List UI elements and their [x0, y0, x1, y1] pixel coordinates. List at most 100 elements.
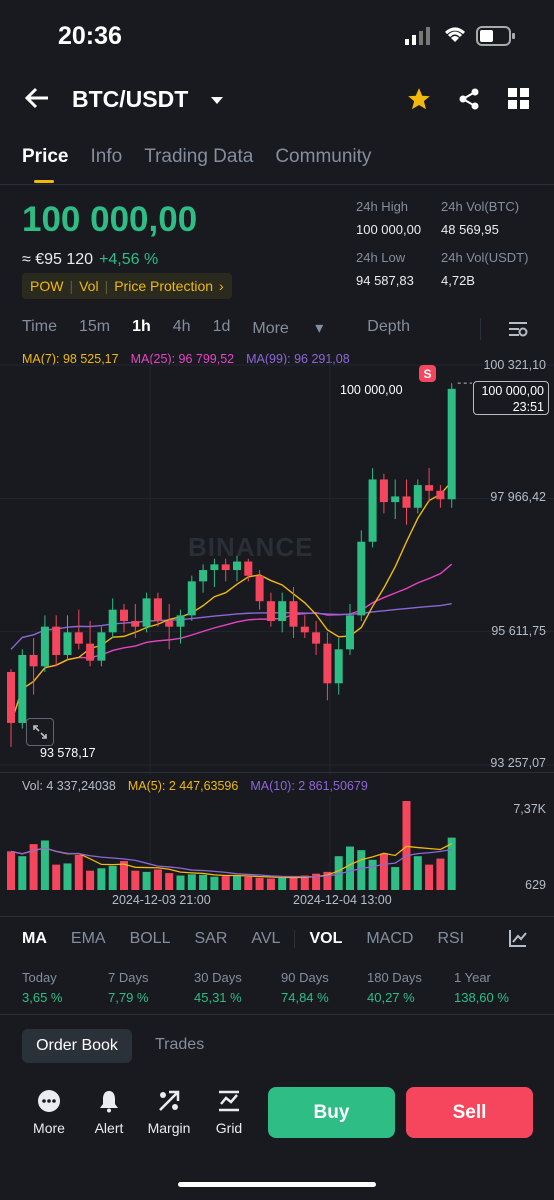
grid-button[interactable]: Grid	[204, 1088, 254, 1136]
margin-label: Margin	[147, 1120, 191, 1136]
tag-price-protection: Price Protection	[114, 278, 214, 294]
chevron-down-icon[interactable]	[210, 93, 224, 111]
star-icon[interactable]	[406, 86, 432, 117]
high-label: 24h High	[356, 199, 409, 214]
vol-label: Vol: 4 337,24038	[22, 779, 116, 793]
candle-body	[142, 598, 151, 627]
battery-icon	[476, 26, 516, 51]
caret-down-icon: ▾	[315, 320, 324, 337]
candle-body	[52, 626, 61, 655]
ma7-line	[10, 481, 453, 724]
candle-body	[176, 615, 185, 627]
share-icon[interactable]	[457, 87, 481, 116]
margin-icon	[144, 1088, 194, 1114]
chart-settings-icon[interactable]	[508, 320, 528, 343]
main-tabs: Price Info Trading Data Community	[22, 146, 371, 168]
ind-ema[interactable]: EMA	[71, 930, 106, 948]
volume-bar	[18, 856, 27, 890]
volume-bar	[346, 846, 354, 890]
pair-title[interactable]: BTC/USDT	[72, 86, 188, 113]
candle-body	[86, 643, 95, 661]
tab-trades[interactable]: Trades	[155, 1036, 204, 1054]
ind-sar[interactable]: SAR	[194, 930, 227, 948]
candle-body	[97, 632, 106, 661]
more-button[interactable]: More	[24, 1088, 74, 1136]
ind-macd[interactable]: MACD	[366, 930, 413, 948]
indicator-chart-icon[interactable]	[509, 929, 527, 952]
performance-value: 7,79 %	[108, 990, 149, 1005]
price-approx: ≈ €95 120	[22, 251, 94, 268]
candle-body	[255, 575, 264, 602]
ind-boll[interactable]: BOLL	[130, 930, 171, 948]
tab-community[interactable]: Community	[275, 146, 371, 168]
candle-countdown: 23:51	[512, 400, 544, 414]
volume-bar	[425, 864, 434, 890]
ind-avl[interactable]: AVL	[251, 930, 280, 948]
interval-1d[interactable]: 1d	[213, 318, 231, 338]
volume-bar	[153, 869, 162, 890]
price-axis-label: 95 611,75	[491, 624, 546, 638]
back-arrow-icon[interactable]	[24, 86, 50, 115]
grid-menu-icon[interactable]	[508, 88, 529, 114]
tab-trading-data[interactable]: Trading Data	[144, 146, 253, 168]
candle-body	[210, 564, 219, 571]
alert-button[interactable]: Alert	[84, 1088, 134, 1136]
sell-signal-badge[interactable]: S	[419, 365, 436, 382]
volume-bar	[289, 876, 298, 890]
candlestick-chart[interactable]	[0, 355, 554, 775]
volume-bar	[391, 867, 400, 890]
volume-bar	[357, 850, 366, 890]
ind-vol[interactable]: VOL	[294, 930, 342, 948]
volume-bar	[63, 863, 72, 890]
performance-label: 30 Days	[194, 970, 242, 985]
candle-body	[289, 601, 298, 627]
candle-body	[312, 632, 321, 644]
buy-button[interactable]: Buy	[268, 1087, 395, 1138]
price-axis-label: 93 257,07	[490, 756, 546, 770]
status-time: 20:36	[58, 22, 122, 50]
candle-body	[199, 570, 208, 582]
volume-bar	[255, 877, 264, 890]
volusdt-value: 4,72B	[441, 273, 475, 288]
volume-axis-bottom: 629	[525, 878, 546, 892]
candle-body	[108, 609, 117, 633]
ind-ma[interactable]: MA	[22, 930, 47, 948]
volume-bar	[142, 871, 151, 890]
performance-label: 180 Days	[367, 970, 422, 985]
interval-depth[interactable]: Depth	[367, 318, 410, 338]
candle-body	[74, 632, 83, 644]
interval-more-label: More	[252, 320, 289, 337]
margin-button[interactable]: Margin	[144, 1088, 194, 1136]
price-axis-label: 97 966,42	[490, 490, 546, 504]
interval-4h[interactable]: 4h	[173, 318, 191, 338]
tag-bar[interactable]: POW | Vol | Price Protection ›	[22, 273, 232, 299]
tab-price[interactable]: Price	[22, 146, 68, 168]
vol-ma10-label: MA(10): 2 861,50679	[250, 779, 368, 793]
volume-chart[interactable]	[0, 795, 554, 895]
volume-bar	[52, 864, 61, 890]
volume-axis-top: 7,37K	[513, 802, 546, 816]
performance-value: 74,84 %	[281, 990, 329, 1005]
candle-body	[323, 643, 332, 684]
volbtc-label: 24h Vol(BTC)	[441, 199, 520, 214]
divider	[480, 318, 481, 340]
divider	[0, 1014, 554, 1015]
interval-more[interactable]: More ▾	[252, 318, 345, 338]
interval-15m[interactable]: 15m	[79, 318, 110, 338]
candle-body	[221, 564, 230, 571]
price-fiat: ≈ €95 120 +4,56 %	[22, 251, 158, 269]
sell-button[interactable]: Sell	[406, 1087, 533, 1138]
fullscreen-icon[interactable]	[26, 718, 54, 746]
ind-rsi[interactable]: RSI	[437, 930, 464, 948]
candle-body	[334, 649, 343, 684]
tab-info[interactable]: Info	[90, 146, 122, 168]
current-price-value: 100 000,00	[481, 384, 544, 398]
interval-1h[interactable]: 1h	[132, 318, 151, 338]
candle-body	[346, 615, 354, 650]
interval-bar: Time 15m 1h 4h 1d More ▾ Depth	[22, 318, 432, 338]
interval-time[interactable]: Time	[22, 318, 57, 338]
tab-order-book[interactable]: Order Book	[22, 1029, 132, 1063]
candle-body	[368, 479, 377, 542]
candle-body	[165, 621, 174, 627]
volume-bar	[7, 851, 15, 890]
